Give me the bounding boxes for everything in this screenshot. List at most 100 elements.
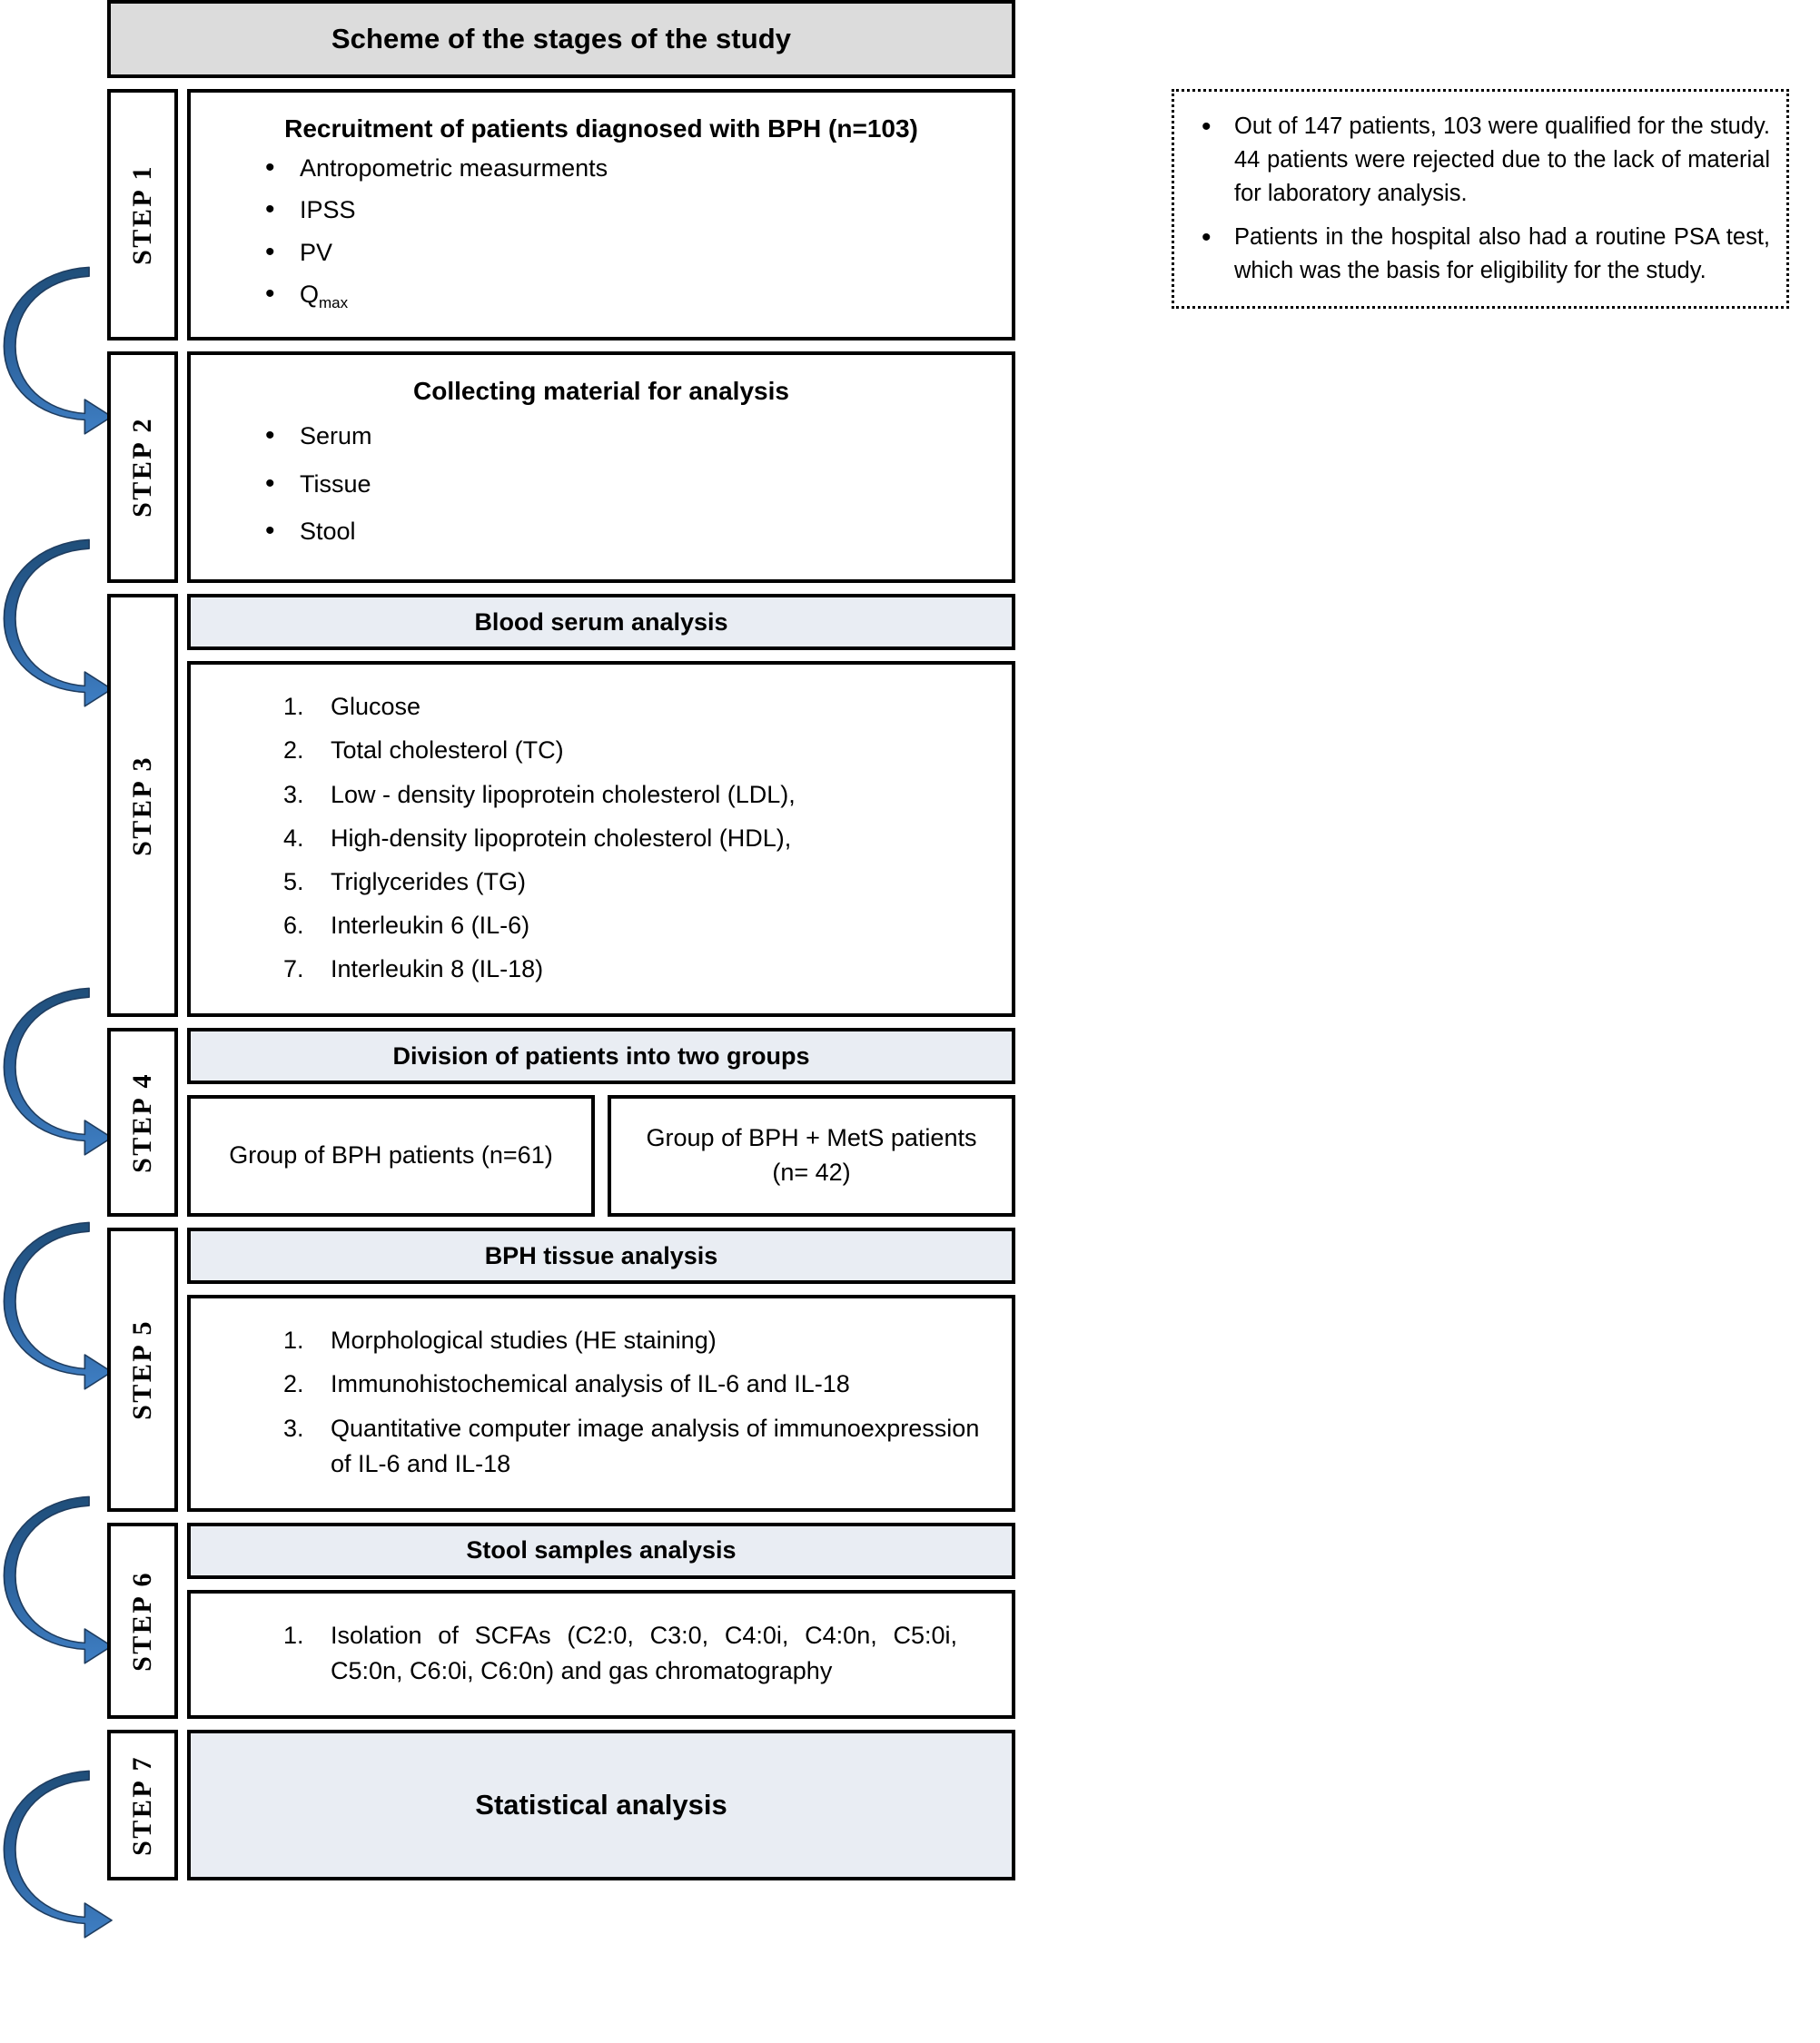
sidenote-box: Out of 147 patients, 103 were qualified … [1172, 89, 1789, 310]
step-tab-1: STEP 1 [107, 89, 178, 341]
step-title-2: Collecting material for analysis [413, 377, 789, 406]
list-text: Isolation of SCFAs (C2:0, C3:0, C4:0i, C… [331, 1621, 957, 1684]
list-index: 4. [283, 824, 304, 852]
step-tab-7: STEP 7 [107, 1730, 178, 1881]
step-row-3: STEP 3 Blood serum analysis 1. Glucose 2.… [107, 594, 1015, 1018]
list-item: 3. Low - density lipoprotein cholesterol … [214, 777, 988, 813]
step-row-2: STEP 2 Collecting material for analysis … [107, 351, 1015, 584]
step-list-1: Antropometric measurments IPSS PV Qmax [214, 149, 988, 314]
step-title-7: Statistical analysis [475, 1789, 727, 1821]
step-row-5: STEP 5 BPH tissue analysis 1. Morphologic… [107, 1228, 1015, 1512]
list-index: 3. [283, 780, 304, 808]
list-index: 7. [283, 955, 304, 983]
group-box-bph: Group of BPH patients (n=61) [187, 1095, 595, 1218]
list-index: 5. [283, 867, 304, 895]
step-tab-3: STEP 3 [107, 594, 178, 1018]
list-text: Triglycerides (TG) [331, 867, 527, 895]
step-tab-5: STEP 5 [107, 1228, 178, 1512]
list-item: IPSS [214, 191, 988, 230]
step-tab-4: STEP 4 [107, 1028, 178, 1218]
step-body-4: Division of patients into two groups Gro… [187, 1028, 1015, 1218]
step-panel-7: Statistical analysis [187, 1730, 1015, 1881]
step-header-6: Stool samples analysis [187, 1522, 1015, 1579]
list-item: Serum [214, 417, 988, 456]
sidenote-list: Out of 147 patients, 103 were qualified … [1183, 107, 1770, 288]
list-item: 7. Interleukin 8 (IL-18) [214, 952, 988, 987]
flow-arrow-2 [3, 538, 113, 707]
list-text: Total cholesterol (TC) [331, 736, 564, 765]
flow-arrow-1 [3, 266, 113, 435]
list-text: Immunohistochemical analysis of IL-6 and… [331, 1370, 850, 1398]
step-list-3: 1. Glucose 2. Total cholesterol (TC) 3. Low… [214, 689, 988, 987]
list-text: Glucose [331, 693, 421, 721]
step-panel-5: 1. Morphological studies (HE staining) 2.… [187, 1295, 1015, 1512]
list-index: 1. [283, 693, 304, 721]
step-header-3: Blood serum analysis [187, 594, 1015, 651]
step-body-7: Statistical analysis [187, 1730, 1015, 1881]
step-body-1: Recruitment of patients diagnosed with B… [187, 89, 1015, 341]
list-text: Interleukin 6 (IL-6) [331, 912, 530, 939]
list-index: 6. [283, 912, 304, 939]
list-item: Antropometric measurments [214, 149, 988, 188]
list-text: Low - density lipoprotein cholesterol (L… [331, 780, 796, 808]
step-title-6: Stool samples analysis [466, 1536, 737, 1564]
step-tab-label-1: STEP 1 [127, 164, 157, 266]
list-item: Tissue [214, 465, 988, 504]
step-header-5: BPH tissue analysis [187, 1228, 1015, 1285]
list-index: 1. [283, 1621, 304, 1649]
step-panel-2: Collecting material for analysis Serum T… [187, 351, 1015, 584]
step-row-6: STEP 6 Stool samples analysis 1. Isolatio… [107, 1522, 1015, 1720]
step-body-3: Blood serum analysis 1. Glucose 2. Total c… [187, 594, 1015, 1018]
step-tab-label-2: STEP 2 [127, 417, 157, 518]
step-tab-label-5: STEP 5 [127, 1319, 157, 1420]
step-body-5: BPH tissue analysis 1. Morphological stud… [187, 1228, 1015, 1512]
step-tab-label-6: STEP 6 [127, 1570, 157, 1672]
step-tab-label-4: STEP 4 [127, 1071, 157, 1173]
list-item: 1. Glucose [214, 689, 988, 725]
steps-column: Scheme of the stages of the study STEP 1… [100, 0, 1017, 1881]
list-index: 3. [283, 1414, 304, 1442]
list-item: 5. Triglycerides (TG) [214, 864, 988, 900]
step-title-4: Division of patients into two groups [392, 1041, 810, 1070]
step-row-7: STEP 7 Statistical analysis [107, 1730, 1015, 1881]
step-header-4: Division of patients into two groups [187, 1028, 1015, 1085]
list-text: Quantitative computer image analysis of … [331, 1414, 980, 1477]
step-list-2: Serum Tissue Stool [214, 417, 988, 551]
list-item: 6. Interleukin 6 (IL-6) [214, 908, 988, 943]
list-item: 2. Immunohistochemical analysis of IL-6 a… [214, 1367, 988, 1402]
step-tab-2: STEP 2 [107, 351, 178, 584]
list-item: PV [214, 233, 988, 272]
flow-arrow-5 [3, 1495, 113, 1664]
step-panel-3: 1. Glucose 2. Total cholesterol (TC) 3. Low… [187, 661, 1015, 1018]
list-item-qmax: Qmax [214, 275, 988, 314]
step-row-1: STEP 1 Recruitment of patients diagnosed… [107, 89, 1015, 341]
step-tab-6: STEP 6 [107, 1522, 178, 1720]
step-tab-label-7: STEP 7 [127, 1754, 157, 1856]
list-index: 1. [283, 1327, 304, 1355]
step-row-4: STEP 4 Division of patients into two gro… [107, 1028, 1015, 1218]
step-list-5: 1. Morphological studies (HE staining) 2.… [214, 1323, 988, 1482]
list-item: 2. Total cholesterol (TC) [214, 733, 988, 768]
patient-groups: Group of BPH patients (n=61) Group of BP… [187, 1095, 1015, 1218]
step-list-6: 1. Isolation of SCFAs (C2:0, C3:0, C4:0i,… [214, 1618, 988, 1689]
step-title-1: Recruitment of patients diagnosed with B… [284, 114, 918, 143]
list-index: 2. [283, 736, 304, 765]
step-tab-label-3: STEP 3 [127, 755, 157, 856]
sidenote-item: Out of 147 patients, 103 were qualified … [1183, 107, 1770, 212]
banner-title: Scheme of the stages of the study [331, 23, 792, 54]
step-title-5: BPH tissue analysis [484, 1241, 718, 1269]
flowchart-page: Scheme of the stages of the study STEP 1… [0, 0, 1820, 2043]
step-title-3: Blood serum analysis [474, 607, 728, 636]
sidenote-item: Patients in the hospital also had a rout… [1183, 218, 1770, 288]
list-item: Stool [214, 512, 988, 551]
list-item: 4. High-density lipoprotein cholesterol (… [214, 821, 988, 856]
step-body-6: Stool samples analysis 1. Isolation of SC… [187, 1522, 1015, 1720]
scheme-banner: Scheme of the stages of the study [107, 0, 1015, 78]
group-box-bph-mets: Group of BPH + MetS patients (n= 42) [608, 1095, 1015, 1218]
list-text: Interleukin 8 (IL-18) [331, 955, 544, 983]
list-index: 2. [283, 1370, 304, 1398]
step-panel-6: 1. Isolation of SCFAs (C2:0, C3:0, C4:0i,… [187, 1589, 1015, 1720]
flow-arrow-4 [3, 1221, 113, 1390]
list-item: 1. Morphological studies (HE staining) [214, 1323, 988, 1358]
flow-arrow-3 [3, 987, 113, 1156]
